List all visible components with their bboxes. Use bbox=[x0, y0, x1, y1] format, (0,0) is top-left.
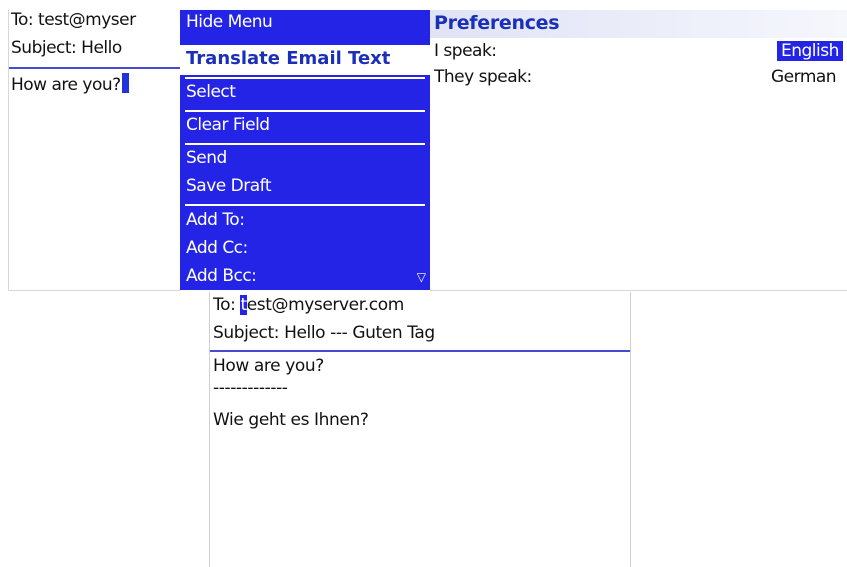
menu-item-add-bcc[interactable]: Add Bcc: bbox=[180, 266, 430, 286]
menu-item-clear-field[interactable]: Clear Field bbox=[180, 115, 430, 135]
body-line-translated[interactable]: Wie geht es Ihnen? bbox=[213, 410, 369, 430]
subject-field[interactable]: Subject: Hello bbox=[11, 38, 122, 58]
they-speak-select[interactable]: German bbox=[771, 67, 837, 87]
menu-item-add-to[interactable]: Add To: bbox=[180, 210, 430, 230]
i-speak-select[interactable]: English bbox=[777, 41, 843, 61]
preferences-title: Preferences bbox=[434, 12, 560, 34]
body-field[interactable]: How are you? bbox=[11, 73, 129, 95]
to-field[interactable]: To: test@myser bbox=[11, 10, 136, 30]
menu-item-save-draft[interactable]: Save Draft bbox=[180, 176, 430, 196]
they-speak-label: They speak: bbox=[434, 67, 532, 87]
menu-item-hide-menu[interactable]: Hide Menu bbox=[180, 12, 430, 32]
body-divider-text: ------------- bbox=[213, 378, 288, 398]
subject-field[interactable]: Subject: Hello --- Guten Tag bbox=[213, 323, 435, 343]
menu-item-add-cc[interactable]: Add Cc: bbox=[180, 238, 430, 258]
menu-divider bbox=[185, 110, 425, 112]
translated-email-screen: To: test@myserver.com Subject: Hello ---… bbox=[209, 292, 631, 567]
to-address: est@myserver.com bbox=[246, 295, 405, 315]
menu-divider bbox=[185, 204, 425, 206]
menu-item-translate-email-text[interactable]: Translate Email Text bbox=[180, 45, 430, 75]
body-text: How are you? bbox=[11, 75, 121, 95]
compose-screen: To: test@myser Subject: Hello How are yo… bbox=[8, 10, 181, 291]
triangle-down-icon[interactable]: ▽ bbox=[417, 270, 426, 284]
i-speak-label: I speak: bbox=[434, 41, 497, 61]
body-line-original[interactable]: How are you? bbox=[213, 356, 324, 376]
header-divider bbox=[9, 67, 181, 69]
preferences-panel: Preferences I speak: English They speak:… bbox=[430, 10, 847, 291]
context-menu: Hide Menu Translate Email Text Select Cl… bbox=[180, 10, 430, 290]
menu-item-send[interactable]: Send bbox=[180, 148, 430, 168]
menu-item-select[interactable]: Select bbox=[180, 82, 430, 102]
text-cursor bbox=[121, 73, 129, 93]
to-prefix: To: bbox=[213, 295, 241, 315]
header-divider bbox=[210, 350, 630, 352]
preferences-title-bar: Preferences bbox=[430, 10, 847, 38]
menu-divider bbox=[185, 143, 425, 145]
to-field[interactable]: To: test@myserver.com bbox=[213, 295, 404, 315]
menu-divider bbox=[185, 77, 425, 79]
